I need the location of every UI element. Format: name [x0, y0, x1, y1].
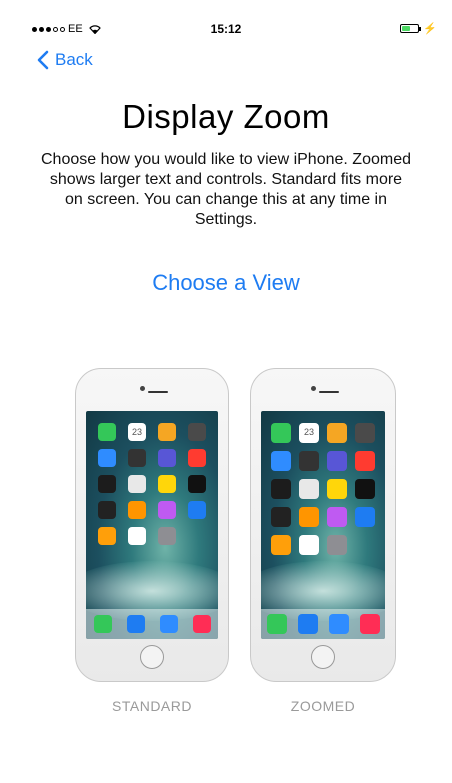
app-icon [158, 449, 176, 467]
app-icon-grid: 23 [267, 423, 379, 555]
home-button-icon [140, 645, 164, 669]
description-text: Choose how you would like to view iPhone… [41, 151, 411, 228]
chevron-left-icon [37, 50, 49, 70]
app-icon [98, 475, 116, 493]
app-icon [355, 507, 375, 527]
app-icon [188, 423, 206, 441]
dock-app-icon [328, 614, 349, 634]
app-icon: 23 [128, 423, 146, 441]
app-icon [128, 475, 146, 493]
app-icon [128, 501, 146, 519]
app-icon [98, 423, 116, 441]
front-camera-icon [311, 386, 316, 391]
dock-app-icon [159, 615, 178, 633]
app-icon-grid: 23 [92, 423, 212, 545]
earpiece-speaker [148, 391, 168, 393]
app-icon [188, 501, 206, 519]
app-icon [158, 423, 176, 441]
app-icon [188, 449, 206, 467]
app-icon [271, 507, 291, 527]
choose-a-view-heading: Choose a View [152, 270, 300, 295]
app-icon [327, 479, 347, 499]
app-icon [299, 479, 319, 499]
zoomed-view-option[interactable]: 23 [250, 368, 396, 682]
standard-preview-screen: 23 [86, 411, 218, 639]
app-icon [98, 501, 116, 519]
app-icon [98, 527, 116, 545]
clock: 15:12 [210, 22, 242, 36]
front-camera-icon [140, 386, 145, 391]
earpiece-speaker [319, 391, 339, 393]
back-label: Back [55, 50, 93, 69]
app-icon [327, 451, 347, 471]
app-icon [271, 479, 291, 499]
zoomed-label[interactable]: ZOOMED [246, 698, 400, 714]
back-button[interactable]: Back [37, 50, 93, 70]
dock-app-icon [266, 614, 287, 634]
dock-app-icon [126, 615, 145, 633]
app-icon [158, 475, 176, 493]
battery-tip [419, 27, 421, 31]
zoomed-preview-screen: 23 [261, 411, 385, 639]
app-icon [355, 451, 375, 471]
app-icon [299, 507, 319, 527]
page-title: Display Zoom [122, 98, 330, 135]
status-bar: EE 15:12 ⚡ [0, 0, 452, 40]
app-icon: 23 [299, 423, 319, 443]
battery-fill [402, 26, 410, 31]
app-icon [271, 535, 291, 555]
app-icon [271, 451, 291, 471]
dock-app-icon [93, 615, 112, 633]
charging-bolt-icon: ⚡ [423, 23, 437, 35]
app-icon [128, 449, 146, 467]
app-icon [327, 423, 347, 443]
app-icon [158, 527, 176, 545]
standard-label[interactable]: STANDARD [75, 698, 229, 714]
dock-app-icon [359, 614, 380, 634]
battery-body [400, 24, 419, 33]
app-icon [327, 535, 347, 555]
app-icon [355, 423, 375, 443]
app-icon [128, 527, 146, 545]
app-icon [271, 423, 291, 443]
standard-view-option[interactable]: 23 [75, 368, 229, 682]
app-icon [299, 535, 319, 555]
app-icon [327, 507, 347, 527]
dock-app-icon [297, 614, 318, 634]
battery-indicator: ⚡ [400, 23, 437, 35]
dock [261, 609, 385, 639]
dock-app-icon [192, 615, 211, 633]
app-icon [98, 449, 116, 467]
app-icon [355, 479, 375, 499]
home-button-icon [311, 645, 335, 669]
app-icon [188, 475, 206, 493]
app-icon [299, 451, 319, 471]
dock [86, 609, 218, 639]
app-icon [158, 501, 176, 519]
